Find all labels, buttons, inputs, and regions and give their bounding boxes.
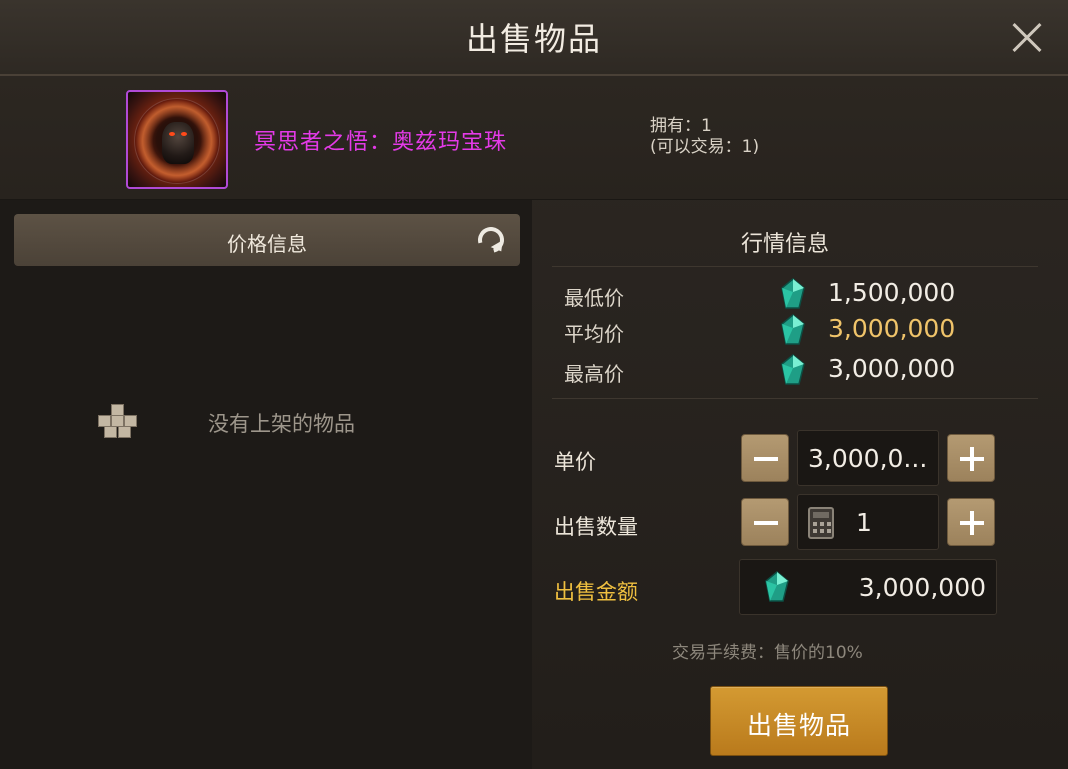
quantity-minus-button[interactable]: [741, 498, 789, 546]
calculator-icon[interactable]: [808, 507, 834, 539]
sell-item-button[interactable]: 出售物品: [710, 686, 888, 756]
total-amount-field: 3,000,000: [739, 559, 997, 615]
unit-price-input[interactable]: 3,000,0...: [797, 430, 939, 486]
market-row-value: 3,000,000: [828, 314, 956, 343]
unit-price-value: 3,000,0...: [808, 444, 928, 473]
unit-price-plus-button[interactable]: [947, 434, 995, 482]
market-title: 行情信息: [740, 232, 829, 257]
total-label: 出售金额: [554, 580, 638, 604]
market-row-lowest: 最低价 1,500,000: [564, 276, 1014, 310]
minus-icon: [754, 457, 778, 461]
minus-icon: [754, 521, 778, 525]
market-panel: 行情信息 最低价 1,500,000 平均价 3,000,000 最高价 3,0…: [532, 200, 1068, 769]
quantity-label: 出售数量: [554, 515, 638, 539]
item-header: 冥思者之悟：奥兹玛宝珠 拥有：1 (可以交易：1): [0, 78, 1068, 200]
price-info-tab: 价格信息: [14, 214, 520, 266]
gem-icon: [780, 354, 806, 386]
item-icon[interactable]: [126, 90, 228, 189]
item-name: 冥思者之悟：奥兹玛宝珠: [254, 130, 508, 155]
market-row-value: 1,500,000: [828, 278, 956, 307]
title-bar: 出售物品: [0, 0, 1068, 76]
sell-button-label: 出售物品: [746, 711, 851, 740]
close-icon[interactable]: [1006, 18, 1046, 58]
market-row-value: 3,000,000: [828, 354, 956, 383]
quantity-value: 1: [856, 508, 872, 537]
window-title: 出售物品: [465, 20, 602, 58]
fee-note: 交易手续费：售价的10%: [672, 643, 863, 663]
divider: [552, 398, 1038, 399]
gem-icon: [764, 571, 790, 603]
tradable-text: (可以交易：1): [650, 137, 760, 157]
market-row-highest: 最高价 3,000,000: [564, 352, 1014, 386]
unit-price-label: 单价: [554, 450, 596, 474]
owned-text: 拥有：1: [650, 116, 712, 136]
gem-icon: [780, 278, 806, 310]
total-amount-value: 3,000,000: [858, 573, 986, 602]
sell-item-window: 出售物品 冥思者之悟：奥兹玛宝珠 拥有：1 (可以交易：1) 价格信息 没有上架…: [0, 0, 1068, 769]
price-info-label: 价格信息: [227, 232, 307, 256]
item-owned-count: 拥有：1 (可以交易：1): [650, 116, 759, 158]
unit-price-minus-button[interactable]: [741, 434, 789, 482]
market-row-label: 最低价: [564, 286, 624, 310]
quantity-plus-button[interactable]: [947, 498, 995, 546]
box-icon: [98, 404, 138, 440]
empty-listing-message: 没有上架的物品: [208, 412, 355, 436]
divider: [552, 266, 1038, 267]
price-info-panel: 价格信息 没有上架的物品: [0, 200, 532, 769]
gem-icon: [780, 314, 806, 346]
market-row-label: 平均价: [564, 322, 624, 346]
quantity-input[interactable]: 1: [797, 494, 939, 550]
market-row-average: 平均价 3,000,000: [564, 312, 1014, 346]
market-row-label: 最高价: [564, 362, 624, 386]
refresh-icon[interactable]: [473, 222, 509, 258]
